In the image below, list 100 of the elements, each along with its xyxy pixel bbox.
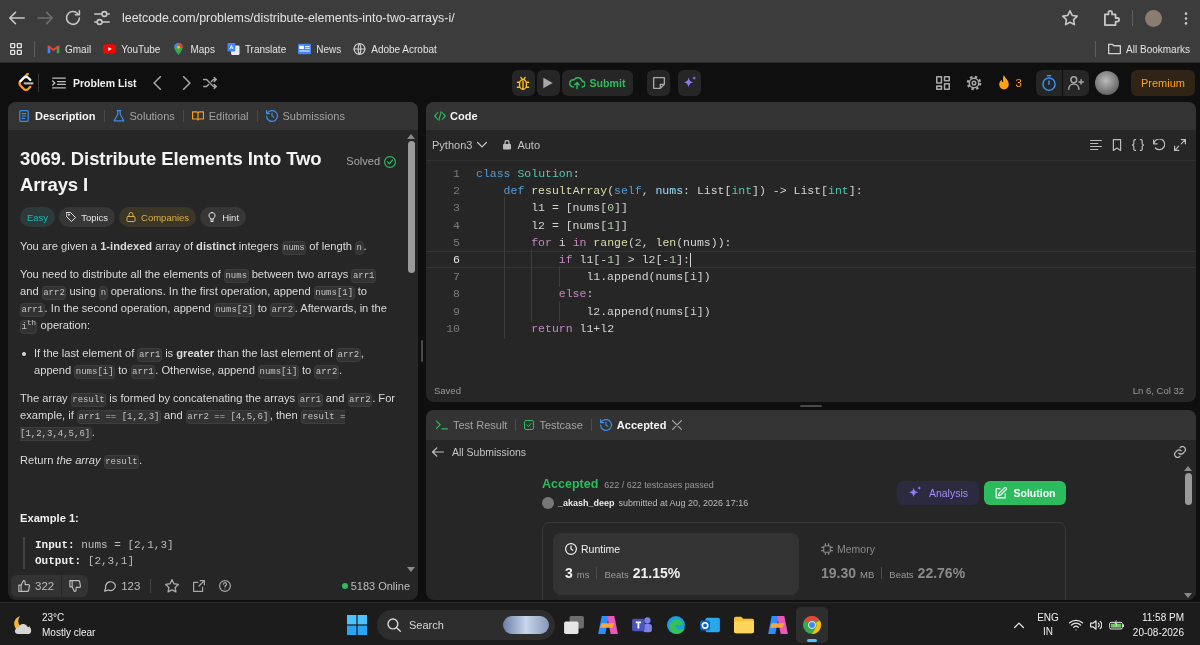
settings-icon[interactable]	[965, 74, 982, 91]
star-icon[interactable]	[165, 579, 180, 593]
auto-mode-button[interactable]: Auto	[502, 139, 540, 151]
line-number: 8	[452, 286, 461, 303]
all-submissions-link[interactable]: All Submissions	[432, 446, 527, 458]
sparkle-icon	[907, 485, 922, 500]
panel-tab[interactable]: Test Result	[436, 419, 508, 431]
submit-button[interactable]: Submit	[561, 69, 634, 96]
chevron-up-icon[interactable]	[1014, 620, 1025, 630]
reload-icon[interactable]	[65, 10, 81, 26]
panel-tab[interactable]: Solutions	[112, 110, 175, 122]
metric-tile[interactable]: Memory 19.30 MB Beats 22.76%	[809, 533, 1055, 595]
colorful-arch-icon	[768, 616, 788, 634]
code-brackets-icon	[434, 110, 446, 122]
code-line: class Solution:	[476, 166, 580, 182]
comments-button[interactable]: 123	[104, 580, 141, 592]
braces-icon[interactable]	[1132, 139, 1144, 151]
resize-handle[interactable]	[421, 340, 423, 362]
share-icon[interactable]	[193, 580, 206, 592]
resize-handle[interactable]	[800, 405, 822, 407]
panel-tab[interactable]: Testcase	[524, 419, 583, 431]
scrollbar-thumb[interactable]	[1184, 473, 1192, 505]
link-icon[interactable]	[1174, 446, 1186, 458]
site-settings-icon[interactable]	[94, 10, 110, 26]
profile-avatar[interactable]	[1145, 9, 1162, 27]
topics-button[interactable]: Topics	[59, 207, 116, 227]
hint-button[interactable]: Hint	[200, 207, 247, 227]
dislike-button[interactable]	[62, 575, 89, 597]
back-arrow-icon[interactable]	[9, 10, 25, 26]
puzzle-piece-icon[interactable]	[1104, 10, 1120, 26]
scroll-down-icon[interactable]	[407, 567, 415, 572]
add-user-button[interactable]	[1063, 69, 1089, 96]
layout-grid-icon[interactable]	[935, 75, 950, 90]
align-lines-icon[interactable]	[1090, 139, 1102, 151]
line-number: 5	[452, 234, 461, 251]
scrollbar-thumb[interactable]	[407, 141, 415, 273]
logo-icon[interactable]	[18, 73, 34, 92]
bookmark-icon[interactable]	[1111, 139, 1123, 151]
premium-button[interactable]: Premium	[1131, 69, 1195, 96]
scroll-down-icon[interactable]	[1184, 593, 1192, 598]
history-icon	[599, 419, 612, 431]
more-options-icon[interactable]	[1184, 11, 1188, 25]
list-icon	[52, 75, 66, 90]
metric-tile[interactable]: Runtime 3 ms Beats 21.15%	[553, 533, 799, 595]
battery-icon[interactable]	[1108, 617, 1125, 633]
bookmark-link[interactable]: News	[298, 43, 342, 55]
panel-tab[interactable]: Accepted	[599, 419, 667, 431]
moon-cloud-icon[interactable]	[12, 615, 34, 635]
user-avatar[interactable]	[1095, 70, 1119, 95]
taskbar-search-field[interactable]: Search	[377, 610, 555, 640]
input-language-button[interactable]: ENG IN	[1037, 611, 1059, 639]
chevron-down-icon	[477, 140, 488, 150]
apps-grid-icon[interactable]	[10, 43, 22, 55]
testcases-passed: 622 / 622 testcases passed	[604, 480, 714, 490]
analysis-button[interactable]: Analysis	[897, 480, 979, 505]
chip-icon	[821, 543, 833, 555]
timer-button[interactable]	[1036, 69, 1062, 96]
colorful-arch-icon	[598, 616, 618, 634]
shuffle-icon[interactable]	[202, 75, 217, 90]
clock[interactable]: 11:58 PM 20-08-2026	[1132, 610, 1184, 640]
line-number: 2	[452, 183, 461, 200]
note-button[interactable]	[647, 69, 671, 96]
username-link[interactable]: _akash_deep	[558, 498, 615, 508]
close-icon[interactable]	[672, 420, 683, 430]
bookmark-link[interactable]: Translate	[226, 43, 287, 55]
lightbulb-icon	[207, 212, 218, 222]
panel-tab[interactable]: Submissions	[265, 110, 345, 122]
debug-button[interactable]	[511, 69, 535, 96]
bookmark-link[interactable]: YouTube	[103, 43, 161, 55]
add-user-icon	[1068, 74, 1084, 91]
language-dropdown[interactable]: Python3	[432, 139, 488, 151]
code-line: return l1+l2	[476, 319, 615, 337]
metric-label: Runtime	[581, 543, 621, 555]
windows-logo-icon[interactable]	[347, 615, 367, 635]
code-line: for i in range(2, len(nums)):	[476, 233, 732, 251]
result-status: Accepted	[542, 476, 599, 493]
scroll-up-icon[interactable]	[1184, 466, 1192, 471]
taskbar-app-button[interactable]	[796, 607, 828, 643]
bookmark-link[interactable]: Gmail	[47, 43, 92, 55]
problem-list-button[interactable]: Problem List	[52, 75, 137, 90]
star-icon[interactable]	[1062, 10, 1078, 26]
help-icon[interactable]	[219, 580, 232, 592]
scroll-up-icon[interactable]	[407, 134, 415, 139]
panel-tab[interactable]: Editorial	[191, 110, 249, 122]
expand-icon[interactable]	[1174, 139, 1186, 151]
undo-icon[interactable]	[1153, 139, 1165, 151]
streak-counter[interactable]: 3	[995, 74, 1022, 91]
thumbs-down-icon	[69, 580, 82, 592]
speaker-icon[interactable]	[1089, 619, 1102, 631]
panel-tab[interactable]: Description	[18, 110, 96, 122]
all-bookmarks-button[interactable]: All Bookmarks	[1108, 43, 1190, 55]
bookmark-link[interactable]: Maps	[172, 43, 215, 55]
bookmark-link[interactable]: Adobe Acrobat	[353, 43, 437, 55]
like-button[interactable]: 322	[11, 575, 62, 597]
ai-assistant-button[interactable]	[678, 69, 702, 96]
code-line: l2 = [nums[1]]	[476, 216, 628, 234]
wifi-icon[interactable]	[1068, 618, 1083, 632]
companies-button[interactable]: Companies	[119, 207, 197, 227]
run-button[interactable]	[536, 69, 560, 96]
clock-icon	[565, 543, 577, 555]
